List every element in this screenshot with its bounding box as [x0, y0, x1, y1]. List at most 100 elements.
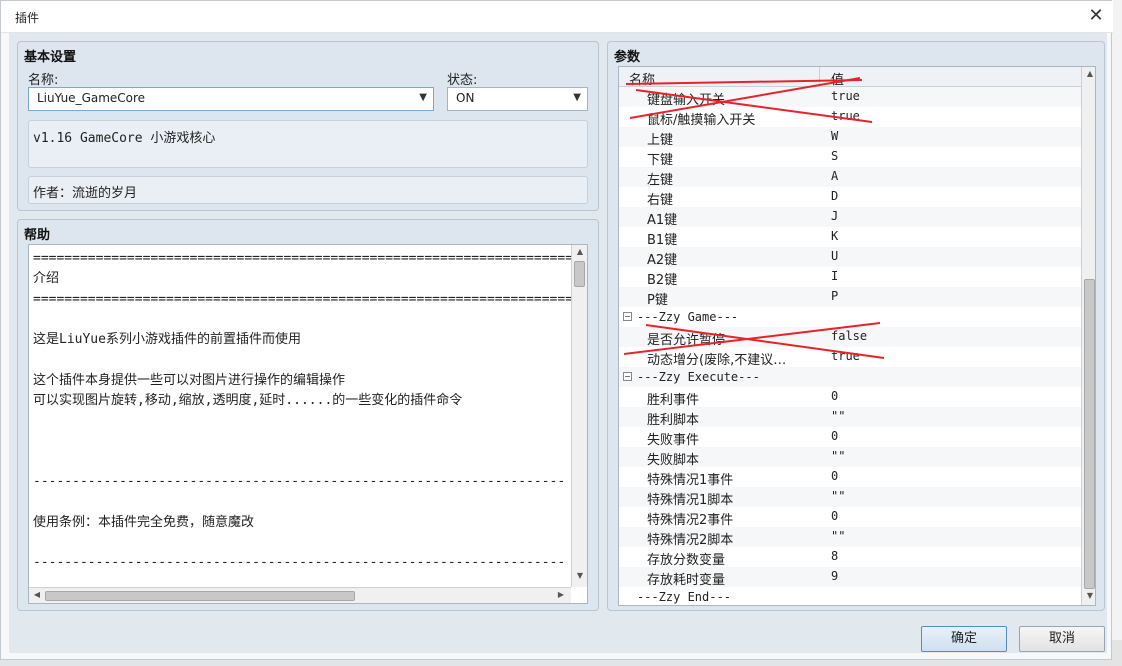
help-line: 可以实现图片旋转,移动,缩放,透明度,延时......的一些变化的插件命令 [33, 393, 463, 409]
scroll-down-icon[interactable]: ▼ [1082, 591, 1095, 600]
help-text-area[interactable]: ========================================… [28, 244, 588, 604]
param-name: 存放分数变量 [647, 553, 726, 568]
status-label: 状态: [447, 73, 478, 88]
param-row[interactable]: 动态增分(废除,不建议… true [619, 347, 1081, 368]
param-group-name: ---Zzy Game--- [637, 310, 739, 324]
param-name: 失败脚本 [647, 453, 700, 468]
param-group-row[interactable]: − ---Zzy Game--- [619, 307, 1081, 327]
help-vertical-scrollbar[interactable]: ▲ ▼ [571, 245, 587, 587]
basic-settings-heading: 基本设置 [24, 50, 77, 65]
param-name: 胜利脚本 [647, 413, 700, 428]
param-name: 鼠标/触摸输入开关 [647, 113, 756, 128]
param-value: 9 [831, 569, 839, 583]
help-horizontal-scrollbar[interactable]: ◀ ▶ [29, 587, 571, 603]
param-row[interactable]: 存放耗时变量 9 [619, 567, 1081, 588]
param-name: 右键 [647, 193, 674, 208]
param-value: K [831, 229, 839, 243]
param-value: 0 [831, 429, 839, 443]
param-group-name: ---Zzy End--- [637, 590, 731, 604]
name-label: 名称: [28, 73, 59, 88]
param-value: "" [831, 409, 846, 423]
param-name: P键 [647, 293, 668, 308]
param-row[interactable]: 胜利脚本 "" [619, 407, 1081, 428]
chevron-down-icon: ▼ [419, 92, 427, 103]
collapse-toggle-icon[interactable]: − [623, 372, 632, 381]
plugin-dialog: 插件 ✕ 基本设置 名称: 状态: LiuYue_GameCore ▼ ON ▼… [0, 0, 1113, 660]
help-line: 使用条例：本插件完全免费，随意魔改 [33, 514, 255, 530]
param-name: B1键 [647, 233, 678, 248]
param-name: 失败事件 [647, 433, 700, 448]
help-hscroll-thumb[interactable] [45, 591, 355, 601]
param-row[interactable]: 特殊情况1脚本 "" [619, 487, 1081, 508]
param-row[interactable]: 下键 S [619, 147, 1081, 168]
param-name: B2键 [647, 273, 678, 288]
parameters-panel: 参数 名称 值 键盘输入开关 true 鼠标/触摸输入开关 true 上键 W 下键 S 左键 A… [607, 41, 1105, 611]
scroll-right-icon[interactable]: ▶ [553, 590, 569, 599]
param-end-row[interactable]: ---Zzy End--- [619, 587, 1081, 605]
help-vscroll-thumb[interactable] [574, 261, 585, 287]
status-select[interactable]: ON ▼ [447, 87, 588, 111]
plugin-name-select[interactable]: LiuYue_GameCore ▼ [28, 87, 434, 111]
column-divider[interactable] [819, 67, 820, 87]
description-box: v1.16 GameCore 小游戏核心 [28, 120, 588, 168]
param-value: 0 [831, 509, 839, 523]
scroll-up-icon[interactable]: ▲ [572, 247, 588, 256]
help-line [33, 493, 571, 513]
param-group-row[interactable]: − ---Zzy Execute--- [619, 367, 1081, 387]
param-name: 存放耗时变量 [647, 573, 726, 588]
param-value: 8 [831, 549, 839, 563]
ok-button[interactable]: 确定 [921, 626, 1007, 652]
param-row[interactable]: 左键 A [619, 167, 1081, 188]
chevron-down-icon: ▼ [573, 92, 581, 103]
param-name: 动态增分(废除,不建议… [647, 353, 787, 368]
column-header-value[interactable]: 值 [831, 69, 844, 88]
param-row[interactable]: 存放分数变量 8 [619, 547, 1081, 568]
plugin-name-value: LiuYue_GameCore [37, 91, 146, 105]
parameters-rows: 键盘输入开关 true 鼠标/触摸输入开关 true 上键 W 下键 S 左键 A 右键 D A1键 J B… [619, 87, 1081, 605]
scroll-up-icon[interactable]: ▲ [1082, 69, 1095, 78]
param-row[interactable]: 右键 D [619, 187, 1081, 208]
scroll-down-icon[interactable]: ▼ [572, 571, 588, 580]
param-value: J [831, 209, 839, 223]
param-row[interactable]: 键盘输入开关 true [619, 87, 1081, 108]
param-name: A1键 [647, 213, 678, 228]
param-row[interactable]: B1键 K [619, 227, 1081, 248]
param-row[interactable]: 特殊情况2事件 0 [619, 507, 1081, 528]
param-row[interactable]: B2键 I [619, 267, 1081, 288]
param-name: 上键 [647, 133, 674, 148]
param-row[interactable]: 失败脚本 "" [619, 447, 1081, 468]
scroll-left-icon[interactable]: ◀ [29, 590, 45, 599]
param-value: true [831, 109, 860, 123]
param-name: 特殊情况2脚本 [647, 533, 734, 548]
param-value: D [831, 189, 839, 203]
param-value: false [831, 329, 868, 343]
param-value: "" [831, 489, 846, 503]
help-line: ========================================… [33, 291, 571, 307]
param-row[interactable]: 特殊情况1事件 0 [619, 467, 1081, 488]
help-line [33, 452, 571, 472]
param-row[interactable]: 鼠标/触摸输入开关 true [619, 107, 1081, 128]
help-line [33, 533, 571, 553]
parameters-heading: 参数 [614, 50, 641, 65]
params-vertical-scrollbar[interactable]: ▲ ▼ [1081, 67, 1095, 605]
param-value: true [831, 349, 860, 363]
help-line: ----------------------------------------… [33, 555, 566, 571]
column-header-name[interactable]: 名称 [629, 69, 655, 88]
params-vscroll-thumb[interactable] [1084, 279, 1095, 589]
parameters-header: 名称 值 [619, 67, 1081, 88]
collapse-toggle-icon[interactable]: − [623, 312, 632, 321]
param-row[interactable]: P键 P [619, 287, 1081, 308]
close-icon[interactable]: ✕ [1085, 5, 1107, 27]
param-value: U [831, 249, 839, 263]
param-row[interactable]: 失败事件 0 [619, 427, 1081, 448]
cancel-button[interactable]: 取消 [1019, 626, 1105, 652]
param-row[interactable]: A1键 J [619, 207, 1081, 228]
param-value: I [831, 269, 839, 283]
param-row[interactable]: 特殊情况2脚本 "" [619, 527, 1081, 548]
help-heading: 帮助 [24, 228, 51, 243]
param-row[interactable]: 上键 W [619, 127, 1081, 148]
param-row[interactable]: 是否允许暂停 false [619, 327, 1081, 348]
param-row[interactable]: 胜利事件 0 [619, 387, 1081, 408]
window-title: 插件 [15, 11, 40, 25]
param-row[interactable]: A2键 U [619, 247, 1081, 268]
